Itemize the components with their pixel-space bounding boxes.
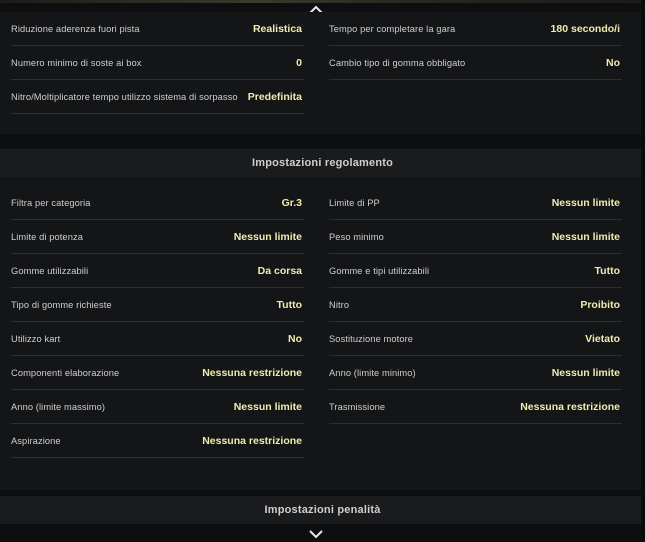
setting-row-year-min[interactable]: Anno (limite minimo) Nessun limite (329, 356, 622, 390)
setting-label: Limite di PP (329, 197, 380, 208)
setting-row-transmission[interactable]: Trasmissione Nessuna restrizione (329, 390, 622, 424)
regulation-section-header[interactable]: Impostazioni regolamento (0, 149, 645, 177)
setting-value: Predefinita (247, 90, 302, 103)
setting-row-usable-tyres[interactable]: Gomme utilizzabili Da corsa (11, 254, 304, 288)
setting-row-category-filter[interactable]: Filtra per categoria Gr.3 (11, 186, 304, 220)
setting-label: Componenti elaborazione (11, 367, 120, 378)
setting-label: Gomme e tipi utilizzabili (329, 265, 430, 276)
setting-value: Nessuna restrizione (202, 366, 302, 379)
setting-label: Filtra per categoria (11, 197, 91, 208)
setting-value: Nessun limite (551, 366, 620, 379)
section-title: Impostazioni regolamento (251, 157, 394, 169)
setting-value: No (606, 56, 620, 69)
setting-row-tuning-parts[interactable]: Componenti elaborazione Nessuna restrizi… (11, 356, 304, 390)
setting-label: Tempo per completare la gara (329, 23, 456, 34)
section-title: Impostazioni penalità (264, 504, 381, 516)
setting-label: Trasmissione (329, 401, 386, 412)
setting-row-nitro[interactable]: Nitro Proibito (329, 288, 622, 322)
setting-row-finish-time[interactable]: Tempo per completare la gara 180 secondo… (329, 12, 622, 46)
setting-value: Nessun limite (233, 230, 302, 243)
setting-row-offtrack-grip[interactable]: Riduzione aderenza fuori pista Realistic… (11, 12, 304, 46)
setting-value: Nessuna restrizione (202, 434, 302, 447)
chevron-down-icon (309, 529, 323, 539)
setting-row-nitro-multiplier[interactable]: Nitro/Moltiplicatore tempo utilizzo sist… (11, 80, 304, 114)
scroll-down-button[interactable] (303, 527, 329, 541)
setting-value: Nessun limite (551, 230, 620, 243)
setting-value: No (288, 332, 302, 345)
setting-label: Limite di potenza (11, 231, 83, 242)
setting-label: Sostituzione motore (329, 333, 414, 344)
setting-label: Anno (limite minimo) (329, 367, 416, 378)
setting-value: 180 secondo/i (550, 22, 620, 35)
setting-row-year-max[interactable]: Anno (limite massimo) Nessun limite (11, 390, 304, 424)
setting-label: Aspirazione (11, 435, 61, 446)
setting-label: Anno (limite massimo) (11, 401, 106, 412)
penalty-section-header[interactable]: Impostazioni penalità (0, 496, 645, 524)
setting-row-kart-use[interactable]: Utilizzo kart No (11, 322, 304, 356)
setting-label: Numero minimo di soste ai box (11, 57, 142, 68)
setting-label: Cambio tipo di gomma obbligato (329, 57, 466, 68)
setting-value: Nessun limite (233, 400, 302, 413)
setting-row-engine-swap[interactable]: Sostituzione motore Vietato (329, 322, 622, 356)
setting-value: Tutto (276, 298, 302, 311)
setting-row-pp-limit[interactable]: Limite di PP Nessun limite (329, 186, 622, 220)
setting-row-min-weight[interactable]: Peso minimo Nessun limite (329, 220, 622, 254)
race-settings-panel: Riduzione aderenza fuori pista Realistic… (0, 12, 645, 134)
setting-label: Riduzione aderenza fuori pista (11, 23, 140, 34)
regulation-panel: Filtra per categoria Gr.3 Limite di pote… (0, 177, 645, 490)
setting-value: Realistica (252, 22, 302, 35)
setting-row-min-pit-stops[interactable]: Numero minimo di soste ai box 0 (11, 46, 304, 80)
setting-value: Nessuna restrizione (520, 400, 620, 413)
setting-value: Nessun limite (551, 196, 620, 209)
right-edge (641, 0, 645, 542)
setting-label: Gomme utilizzabili (11, 265, 89, 276)
setting-row-power-limit[interactable]: Limite di potenza Nessun limite (11, 220, 304, 254)
setting-value: Tutto (594, 264, 620, 277)
setting-value: Da corsa (257, 264, 302, 277)
setting-label: Nitro/Moltiplicatore tempo utilizzo sist… (11, 91, 238, 102)
setting-label: Utilizzo kart (11, 333, 61, 344)
setting-row-mandatory-tyre-change[interactable]: Cambio tipo di gomma obbligato No (329, 46, 622, 80)
setting-row-aspiration[interactable]: Aspirazione Nessuna restrizione (11, 424, 304, 458)
setting-row-required-tyres[interactable]: Tipo di gomme richieste Tutto (11, 288, 304, 322)
setting-row-tyre-types[interactable]: Gomme e tipi utilizzabili Tutto (329, 254, 622, 288)
setting-label: Nitro (329, 299, 350, 310)
setting-value: 0 (296, 56, 302, 69)
setting-label: Peso minimo (329, 231, 384, 242)
setting-value: Proibito (580, 298, 620, 311)
setting-value: Gr.3 (281, 196, 302, 209)
setting-label: Tipo di gomme richieste (11, 299, 112, 310)
setting-value: Vietato (585, 332, 620, 345)
